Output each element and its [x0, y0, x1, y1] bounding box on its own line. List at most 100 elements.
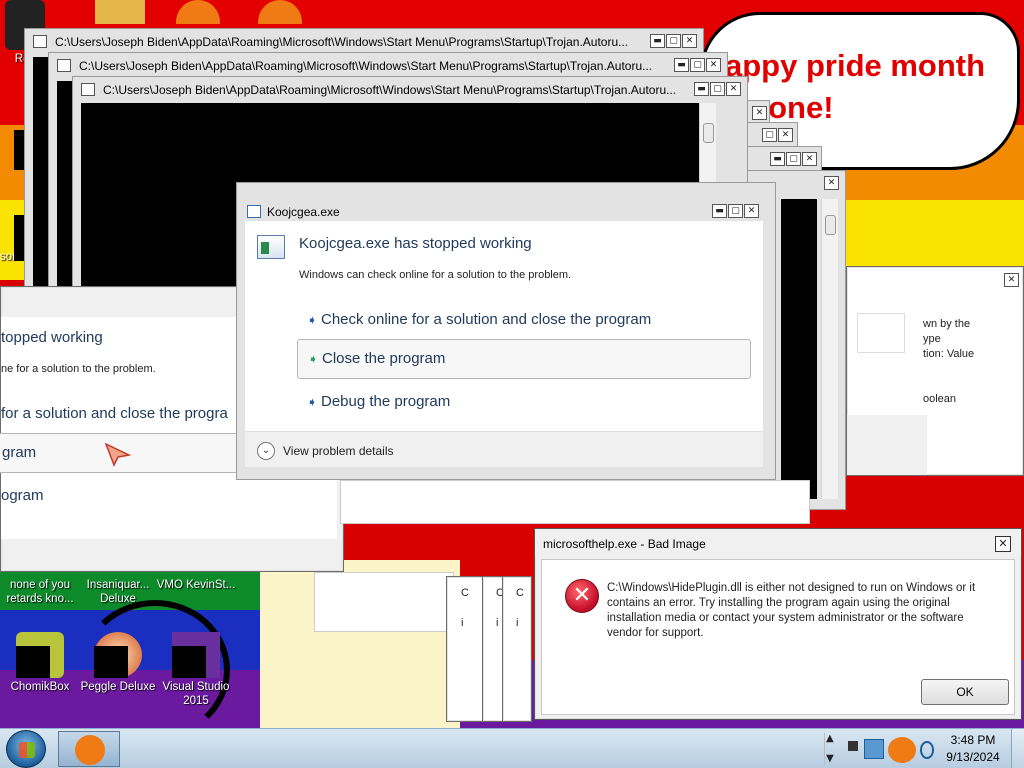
minimize-button[interactable]: ▬ [650, 34, 665, 48]
desktop-icon-visual-studio[interactable]: Visual Studio 2015 [156, 632, 236, 708]
debug-program-option[interactable]: ➧ Debug the program [307, 393, 450, 410]
minimize-button[interactable]: ▬ [712, 204, 727, 218]
console-icon [33, 35, 47, 48]
ok-button[interactable]: OK [921, 679, 1009, 705]
maximize-button[interactable]: ▢ [786, 152, 801, 166]
minimize-button[interactable]: ▬ [694, 82, 709, 96]
console-icon [57, 59, 71, 72]
close-button[interactable]: ✕ [744, 204, 759, 218]
desktop-icon-none-of-you[interactable]: none of you retards kno... [0, 578, 80, 606]
close-button[interactable]: ✕ [1004, 273, 1019, 287]
tray-expand-icon[interactable]: ▲ ▲ [826, 731, 836, 767]
console-scrollbar[interactable] [821, 199, 838, 499]
minimize-button[interactable]: ▬ [770, 152, 785, 166]
check-online-option[interactable]: for a solution and close the progra [1, 405, 228, 422]
desktop-icon-insaniquarium[interactable]: Insaniquar... Deluxe [78, 578, 158, 606]
info-line: ype [923, 333, 941, 345]
console-area [781, 199, 817, 499]
taskbar-app-button[interactable] [58, 731, 120, 767]
info-box [857, 313, 905, 353]
peggle-icon [94, 632, 142, 678]
volume-icon[interactable] [920, 741, 934, 759]
dialog-titlebar[interactable]: microsofthelp.exe - Bad Image [535, 529, 1021, 557]
app-icon [75, 735, 105, 765]
small-window-text: i [496, 617, 499, 629]
close-button[interactable]: ✕ [682, 34, 697, 48]
info-line: oolean [923, 393, 957, 405]
maximize-button[interactable]: ▢ [666, 34, 681, 48]
network-icon[interactable] [864, 739, 884, 759]
scrollbar-thumb[interactable] [825, 215, 836, 235]
app-tray-icon[interactable] [888, 737, 916, 763]
desktop-icon-folder[interactable] [90, 0, 150, 26]
desktop-icon-vmo[interactable]: VMO KevinSt... [156, 578, 236, 592]
program-window-icon-detail [261, 242, 269, 254]
close-button[interactable]: ✕ [778, 128, 793, 142]
koojcgea-crash-dialog[interactable]: Koojcgea.exe ▬ ▢ ✕ Koojcgea.exe has stop… [236, 182, 776, 480]
close-program-option[interactable]: ➧ Close the program [297, 339, 751, 379]
dialog-footer: ⌄ View problem details [245, 431, 763, 467]
maximize-button[interactable]: ▢ [710, 82, 725, 96]
clock-time[interactable]: 3:48 PM [940, 733, 1006, 747]
desktop-icon-label: VMO KevinSt... [156, 579, 236, 591]
debug-program-option[interactable]: ogram [1, 487, 44, 504]
maximize-button[interactable]: ▢ [762, 128, 777, 142]
desktop-icon-top4[interactable] [250, 0, 310, 26]
right-partial-dialog[interactable]: ✕ wn by the ype tion: Value oolean [846, 266, 1024, 476]
check-online-option[interactable]: ➧ Check online for a solution and close t… [307, 311, 651, 328]
small-window[interactable]: C i [502, 576, 532, 722]
bad-image-dialog[interactable]: microsofthelp.exe - Bad Image ✕ ✕ C:\Win… [534, 528, 1022, 720]
small-window[interactable]: C i [446, 576, 484, 722]
censor-box [16, 646, 50, 678]
small-window-text: C [461, 587, 469, 599]
chevron-down-icon[interactable]: ⌄ [257, 442, 275, 460]
clock-date[interactable]: 9/13/2024 [940, 750, 1006, 764]
error-message: C:\Windows\HidePlugin.dll is either not … [607, 582, 976, 639]
app-icon [247, 205, 261, 218]
start-button[interactable] [6, 730, 46, 768]
tray-flag-icon[interactable] [848, 741, 858, 751]
program-window-icon [257, 235, 285, 259]
caption-buttons: ▢ ✕ [762, 128, 793, 142]
desktop-icon-top3[interactable] [168, 0, 228, 26]
small-window-text: C [516, 587, 524, 599]
window-title: C:\Users\Joseph Biden\AppData\Roaming\Mi… [79, 59, 653, 73]
tray-arrow: ▲ [826, 753, 834, 764]
window-title: C:\Users\Joseph Biden\AppData\Roaming\Mi… [55, 35, 629, 49]
window-title: C:\Users\Joseph Biden\AppData\Roaming\Mi… [103, 83, 677, 97]
close-button[interactable]: ✕ [824, 176, 839, 190]
app-icon [258, 0, 302, 24]
view-details-link[interactable]: View problem details [283, 444, 394, 458]
option-label: Debug the program [321, 393, 451, 410]
dialog-heading: Koojcgea.exe has stopped working [299, 235, 532, 252]
minimize-button[interactable]: ▬ [674, 58, 689, 72]
show-desktop-button[interactable] [1011, 729, 1024, 768]
scrollbar-thumb[interactable] [703, 123, 714, 143]
maximize-button[interactable]: ▢ [728, 204, 743, 218]
maximize-button[interactable]: ▢ [690, 58, 705, 72]
close-button[interactable]: ✕ [752, 106, 767, 120]
desktop-icon-label: Peggle Deluxe [80, 681, 156, 693]
arrow-icon: ➧ [307, 313, 318, 327]
caption-buttons: ▬ ▢ ✕ [712, 204, 759, 218]
desktop-icon-label: Insaniquar... Deluxe [86, 579, 150, 605]
censor-box [94, 646, 128, 678]
desktop-icon-label: none of you retards kno... [6, 579, 74, 605]
visual-studio-icon [172, 632, 220, 678]
desktop-icon-chomikbox[interactable]: ChomikBox [0, 632, 80, 694]
dialog-heading: topped working [1, 329, 103, 346]
window-titlebar[interactable]: C:\Users\Joseph Biden\AppData\Roaming\Mi… [73, 77, 747, 103]
desktop-icon-label: Visual Studio 2015 [162, 681, 230, 707]
close-button[interactable]: ✕ [802, 152, 817, 166]
console-icon [81, 83, 95, 96]
close-button[interactable]: ✕ [726, 82, 741, 96]
dialog-subtext: ne for a solution to the problem. [1, 363, 156, 375]
notification-area [842, 735, 940, 765]
small-window[interactable]: C i [482, 576, 504, 722]
desktop-icon-peggle[interactable]: Peggle Deluxe [78, 632, 158, 694]
taskbar: ▲ ▲ 3:48 PM 9/13/2024 [0, 728, 1024, 768]
close-button[interactable]: ✕ [706, 58, 721, 72]
close-button[interactable]: ✕ [995, 536, 1011, 552]
mouse-cursor-icon [104, 442, 132, 470]
app-icon [176, 0, 220, 24]
